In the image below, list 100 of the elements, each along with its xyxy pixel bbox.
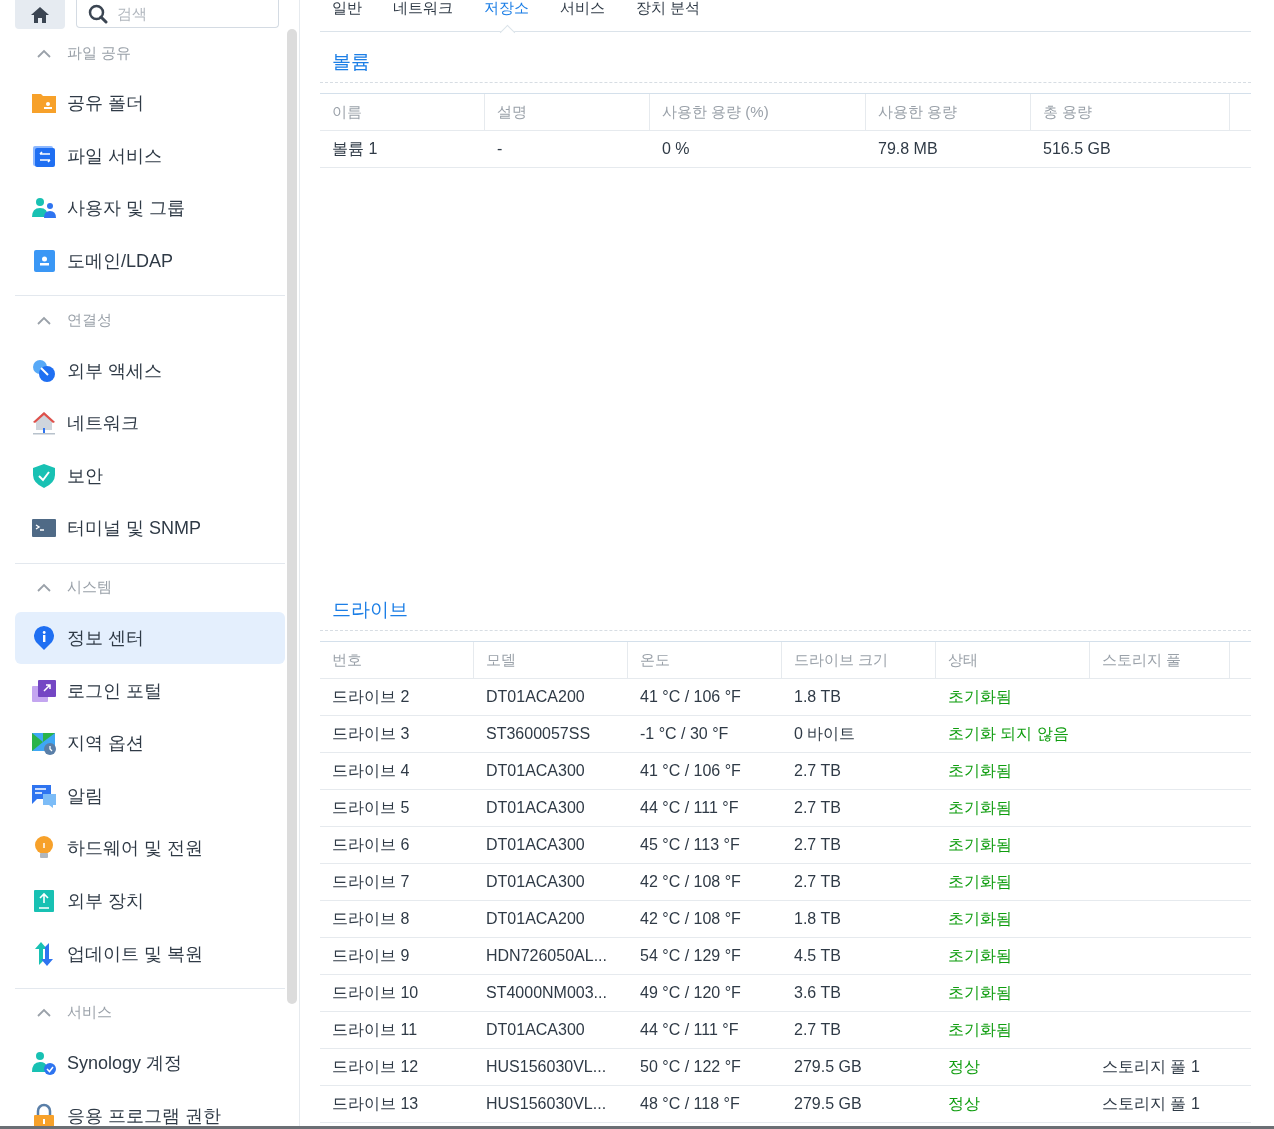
table-cell: HUS156030VL... <box>486 1058 607 1075</box>
table-cell: 42 °C / 108 °F <box>640 873 741 890</box>
table-cell: DT01ACA300 <box>486 1021 585 1038</box>
status-text: 정상 <box>948 1094 980 1112</box>
table-cell: 드라이브 9 <box>332 946 410 964</box>
chevron-icon <box>37 48 51 58</box>
map-clock-icon <box>31 730 57 757</box>
table-cell: 스토리지 풀 1 <box>1102 1094 1200 1112</box>
table-cell: 4.5 TB <box>794 947 841 964</box>
table-cell: 50 °C / 122 °F <box>640 1058 741 1075</box>
table-cell: 3.6 TB <box>794 984 841 1001</box>
chevron-icon <box>37 583 51 593</box>
table-cell: 45 °C / 113 °F <box>640 836 740 853</box>
table-cell: 2.7 TB <box>794 1021 841 1038</box>
table-cell: 41 °C / 106 °F <box>640 762 741 779</box>
shield-check-icon <box>31 462 57 489</box>
table-cell: 0 % <box>662 140 690 157</box>
table-cell: 49 °C / 120 °F <box>640 984 741 1001</box>
section-title: 드라이브 <box>331 598 409 622</box>
table-cell: 드라이브 2 <box>332 687 410 705</box>
user-check-icon <box>31 1050 57 1077</box>
table-cell: 2.7 TB <box>794 836 841 853</box>
table-cell: HUS156030VL... <box>486 1095 607 1112</box>
contact-card-icon <box>31 248 57 275</box>
chevron-icon <box>37 315 51 325</box>
status-text: 정상 <box>948 1057 980 1075</box>
chevron-icon <box>37 1008 51 1018</box>
tab[interactable]: 네트워크 <box>393 0 453 31</box>
table-cell: 79.8 MB <box>878 140 938 157</box>
table-cell: DT01ACA300 <box>486 799 585 816</box>
sidebar-item[interactable]: 터미널 및 SNMP <box>15 502 285 555</box>
house-icon <box>31 410 57 437</box>
tab[interactable]: 서비스 <box>560 0 605 31</box>
table-cell: 드라이브 13 <box>332 1094 419 1112</box>
status-text: 초기화됨 <box>948 835 1012 853</box>
table-cell: - <box>497 140 503 157</box>
table-cell: 드라이브 7 <box>332 872 410 890</box>
table-cell: HDN726050AL... <box>486 947 607 964</box>
table-cell: ST3600057SS <box>486 725 591 742</box>
table-cell: 드라이브 6 <box>332 835 410 853</box>
table-cell: 볼륨 1 <box>332 139 378 157</box>
sidebar-item[interactable]: 알림 <box>15 769 285 823</box>
table-cell: 스토리지 풀 1 <box>1102 1057 1200 1075</box>
sidebar-item[interactable]: 업데이트 및 복원 <box>15 927 285 980</box>
lock-icon <box>31 1102 57 1126</box>
table-cell: 1.8 TB <box>794 910 841 927</box>
chat-icon <box>31 782 57 809</box>
table-cell: DT01ACA200 <box>486 910 585 927</box>
sidebar-item[interactable]: 정보 센터 <box>15 611 285 665</box>
table-cell: 드라이브 12 <box>332 1057 419 1075</box>
table-cell: 516.5 GB <box>1043 140 1111 157</box>
table-cell: 드라이브 4 <box>332 761 410 779</box>
table-cell: 44 °C / 111 °F <box>640 799 739 816</box>
table-cell: 0 바이트 <box>794 724 856 742</box>
table-cell: 48 °C / 118 °F <box>640 1095 740 1112</box>
status-text: 초기화됨 <box>948 983 1012 1001</box>
sidebar-item[interactable]: 네트워크 <box>15 396 285 450</box>
tab[interactable]: 장치 분석 <box>636 0 701 31</box>
status-text: 초기화됨 <box>948 1020 1012 1038</box>
status-text: 초기화됨 <box>948 687 1012 705</box>
sidebar-item[interactable]: 공유 폴더 <box>15 77 285 130</box>
table-cell: DT01ACA200 <box>486 688 585 705</box>
table-cell: 54 °C / 129 °F <box>640 947 741 964</box>
table-cell: 42 °C / 108 °F <box>640 910 741 927</box>
sidebar-item[interactable]: 하드웨어 및 전원 <box>15 822 285 875</box>
portal-icon <box>31 677 57 704</box>
table-cell: 드라이브 3 <box>332 724 410 742</box>
sidebar-item[interactable]: 외부 장치 <box>15 874 285 928</box>
status-text: 초기화됨 <box>948 872 1012 890</box>
home-button[interactable] <box>15 0 65 29</box>
sidebar-item[interactable]: 지역 옵션 <box>15 716 285 770</box>
table-cell: -1 °C / 30 °F <box>640 725 729 742</box>
table-cell: 드라이브 10 <box>332 983 419 1001</box>
upload-icon <box>31 888 57 914</box>
table-cell: 드라이브 5 <box>332 798 410 816</box>
table-cell: 드라이브 11 <box>332 1020 418 1038</box>
status-text: 초기화됨 <box>948 946 1012 964</box>
table-cell: 1.8 TB <box>794 688 841 705</box>
sidebar-item[interactable]: 도메인/LDAP <box>15 234 285 288</box>
table-cell: 44 °C / 111 °F <box>640 1021 739 1038</box>
status-text: 초기화 되지 않음 <box>948 724 1069 742</box>
sidebar-item[interactable]: Synology 계정 <box>15 1036 285 1090</box>
sidebar-item[interactable]: 파일 서비스 <box>15 129 285 183</box>
tab[interactable]: 저장소 <box>484 0 529 31</box>
sidebar-item[interactable]: 보안 <box>15 449 285 503</box>
sidebar-item[interactable]: 응용 프로그램 권한 <box>15 1089 285 1126</box>
sidebar-item[interactable]: 로그인 포털 <box>15 664 285 717</box>
table-cell: 드라이브 8 <box>332 909 410 927</box>
sidebar-item[interactable]: 외부 액세스 <box>15 344 285 397</box>
section-title: 볼륨 <box>331 50 371 74</box>
search-field[interactable]: 검색 <box>76 0 279 28</box>
table-cell: ST4000NM003... <box>486 984 607 1001</box>
scrollbar[interactable] <box>287 29 297 1004</box>
table-cell: 2.7 TB <box>794 873 841 890</box>
table-cell: DT01ACA300 <box>486 836 585 853</box>
info-icon <box>31 625 57 652</box>
status-text: 초기화됨 <box>948 798 1012 816</box>
tab[interactable]: 일반 <box>332 0 362 31</box>
search-icon <box>88 4 108 24</box>
sidebar-item[interactable]: 사용자 및 그룹 <box>15 182 285 235</box>
